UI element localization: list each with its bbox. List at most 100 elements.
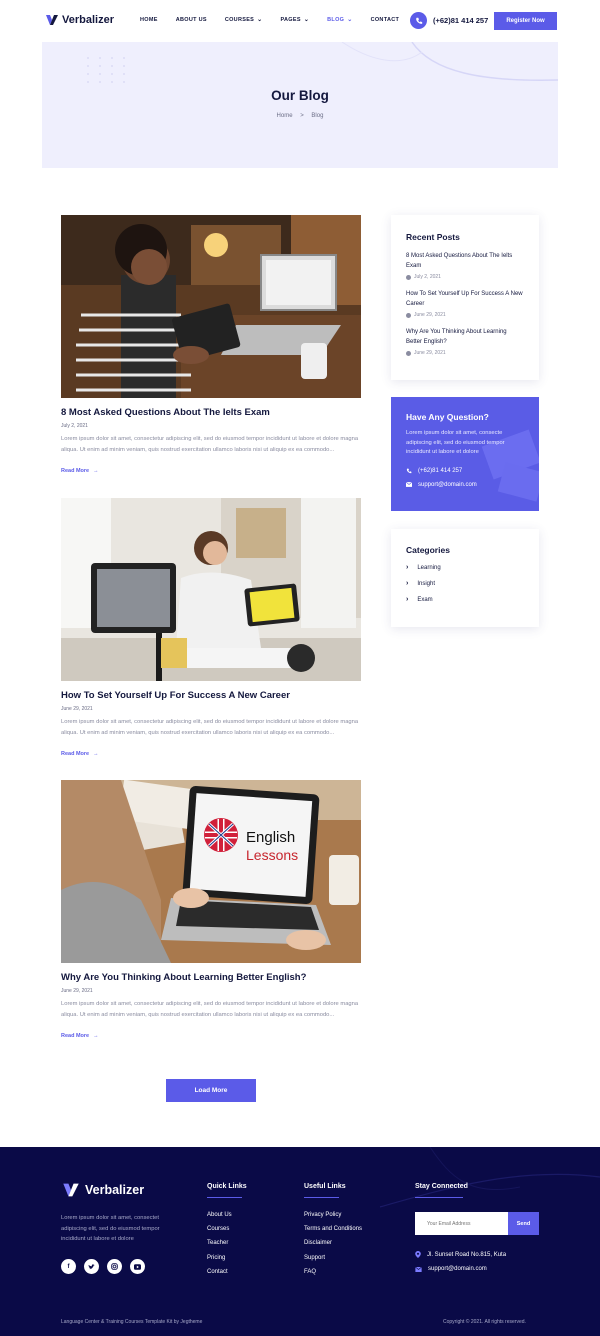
footer-brand-name: Verbalizer <box>85 1183 145 1197</box>
contact-widget-title: Have Any Question? <box>406 412 489 422</box>
read-more-link[interactable]: Read More → <box>61 1033 361 1039</box>
footer-email-text: support@domain.com <box>428 1266 487 1272</box>
post-image[interactable]: English Lessons <box>61 780 361 963</box>
post-image[interactable] <box>61 498 361 681</box>
recent-post-date-text: June 29, 2021 <box>414 350 446 356</box>
nav-pages[interactable]: PAGES ⌄ <box>280 17 309 23</box>
recent-post-item[interactable]: How To Set Yourself Up For Success A New… <box>406 290 524 318</box>
logo[interactable]: Verbalizer <box>45 13 114 27</box>
nav-contact[interactable]: CONTACT <box>371 17 400 23</box>
phone-icon <box>406 468 412 473</box>
read-more-link[interactable]: Read More → <box>61 468 361 474</box>
post-date: June 29, 2021 <box>61 706 93 712</box>
youtube-icon[interactable] <box>130 1259 145 1274</box>
breadcrumb-separator-icon: > <box>300 113 304 119</box>
footer-link[interactable]: Courses <box>207 1222 247 1236</box>
footer-copyright: Copyright © 2021. All rights reserved. <box>443 1319 526 1325</box>
stay-connected-title: Stay Connected <box>415 1183 468 1190</box>
read-more-link[interactable]: Read More → <box>61 751 361 757</box>
footer-logo[interactable]: Verbalizer <box>61 1181 144 1199</box>
page-hero: Our Blog Home > Blog <box>42 42 558 168</box>
page-title: Our Blog <box>271 88 329 103</box>
recent-post-date-text: June 29, 2021 <box>414 312 446 318</box>
recent-post-date: July 2, 2021 <box>406 274 524 280</box>
newsletter-form: Send <box>415 1212 539 1235</box>
hero-decoration <box>87 42 558 83</box>
instagram-icon[interactable] <box>107 1259 122 1274</box>
phone-icon <box>410 12 427 29</box>
useful-links-column: Useful Links Privacy Policy Terms and Co… <box>304 1183 362 1279</box>
nav-courses-label: COURSES <box>224 17 255 23</box>
location-pin-icon <box>415 1251 421 1258</box>
read-more-label: Read More <box>61 468 90 474</box>
register-button[interactable]: Register Now <box>494 12 557 30</box>
recent-post-item[interactable]: 8 Most Asked Questions About The Ielts E… <box>406 252 524 280</box>
categories-title: Categories <box>406 545 450 555</box>
category-item[interactable]: › Insight <box>406 580 524 587</box>
footer-link[interactable]: Contact <box>207 1265 247 1279</box>
recent-post-date-text: July 2, 2021 <box>414 274 441 280</box>
post-title[interactable]: Why Are You Thinking About Learning Bett… <box>61 972 361 983</box>
nav-courses[interactable]: COURSES ⌄ <box>225 17 263 23</box>
category-label: Insight <box>417 580 436 587</box>
nav-home[interactable]: HOME <box>140 17 158 23</box>
logo-icon <box>63 1183 79 1197</box>
footer-link[interactable]: Disclaimer <box>304 1236 362 1250</box>
category-item[interactable]: › Learning <box>406 564 524 571</box>
newsletter-send-button[interactable]: Send <box>508 1212 539 1235</box>
heading-underline <box>304 1197 339 1198</box>
nav-about[interactable]: ABOUT US <box>176 17 207 23</box>
phone-number: (+62)81 414 257 <box>433 16 489 25</box>
clock-icon <box>406 274 411 280</box>
post-title[interactable]: How To Set Yourself Up For Success A New… <box>61 690 361 701</box>
post-excerpt: Lorem ipsum dolor sit amet, consectetur … <box>61 436 359 453</box>
arrow-right-icon: → <box>93 1033 99 1039</box>
breadcrumb-home[interactable]: Home <box>277 113 293 119</box>
recent-post-title[interactable]: 8 Most Asked Questions About The Ielts E… <box>406 252 524 271</box>
facebook-icon[interactable]: f <box>61 1259 76 1274</box>
newsletter-email-input[interactable] <box>415 1212 508 1235</box>
post-image[interactable] <box>61 215 361 398</box>
nav-blog[interactable]: BLOG ⌄ <box>327 17 352 23</box>
footer-address-text: Jl. Sunset Road No.815, Kuta <box>427 1251 507 1258</box>
category-label: Learning <box>417 564 441 571</box>
read-more-label: Read More <box>61 1033 90 1039</box>
post-date: July 2, 2021 <box>61 423 88 429</box>
clock-icon <box>406 350 411 356</box>
brand-name: Verbalizer <box>62 14 114 26</box>
twitter-icon[interactable] <box>84 1259 99 1274</box>
blog-post: 8 Most Asked Questions About The Ielts E… <box>61 215 361 474</box>
load-more-button[interactable]: Load More <box>166 1079 256 1102</box>
footer-link[interactable]: About Us <box>207 1208 247 1222</box>
footer-link[interactable]: Privacy Policy <box>304 1208 362 1222</box>
header-phone[interactable]: (+62)81 414 257 <box>410 12 488 29</box>
contact-phone[interactable]: (+62)81 414 257 <box>406 468 524 474</box>
recent-post-title[interactable]: How To Set Yourself Up For Success A New… <box>406 290 524 309</box>
footer-link[interactable]: Pricing <box>207 1251 247 1265</box>
nav-blog-label: BLOG <box>327 17 345 23</box>
nav-home-label: HOME <box>140 17 158 23</box>
recent-post-title[interactable]: Why Are You Thinking About Learning Bett… <box>406 328 524 347</box>
footer-email[interactable]: support@domain.com <box>415 1266 487 1272</box>
recent-posts-title: Recent Posts <box>406 232 460 242</box>
stay-connected-column: Stay Connected <box>415 1183 468 1208</box>
footer-link[interactable]: Support <box>304 1251 362 1265</box>
contact-widget: Have Any Question? Lorem ipsum dolor sit… <box>391 397 539 511</box>
site-header: Verbalizer HOME ABOUT US COURSES ⌄ PAGES ⌄… <box>0 0 600 42</box>
nav-pages-label: PAGES <box>280 17 301 23</box>
contact-email[interactable]: support@domain.com <box>406 482 524 488</box>
category-item[interactable]: › Exam <box>406 596 524 603</box>
nav-contact-label: CONTACT <box>370 17 400 23</box>
footer-link[interactable]: Terms and Conditions <box>304 1222 362 1236</box>
post-title[interactable]: 8 Most Asked Questions About The Ielts E… <box>61 407 361 418</box>
heading-underline <box>207 1197 242 1198</box>
quick-links-column: Quick Links About Us Courses Teacher Pri… <box>207 1183 247 1279</box>
chevron-right-icon: › <box>406 596 409 603</box>
category-label: Exam <box>417 596 433 603</box>
footer-link[interactable]: Teacher <box>207 1236 247 1250</box>
contact-email-text: support@domain.com <box>418 481 477 488</box>
chevron-right-icon: › <box>406 580 409 587</box>
footer-link[interactable]: FAQ <box>304 1265 362 1279</box>
site-footer: Verbalizer Lorem ipsum dolor sit amet, c… <box>0 1147 600 1336</box>
recent-post-item[interactable]: Why Are You Thinking About Learning Bett… <box>406 328 524 356</box>
